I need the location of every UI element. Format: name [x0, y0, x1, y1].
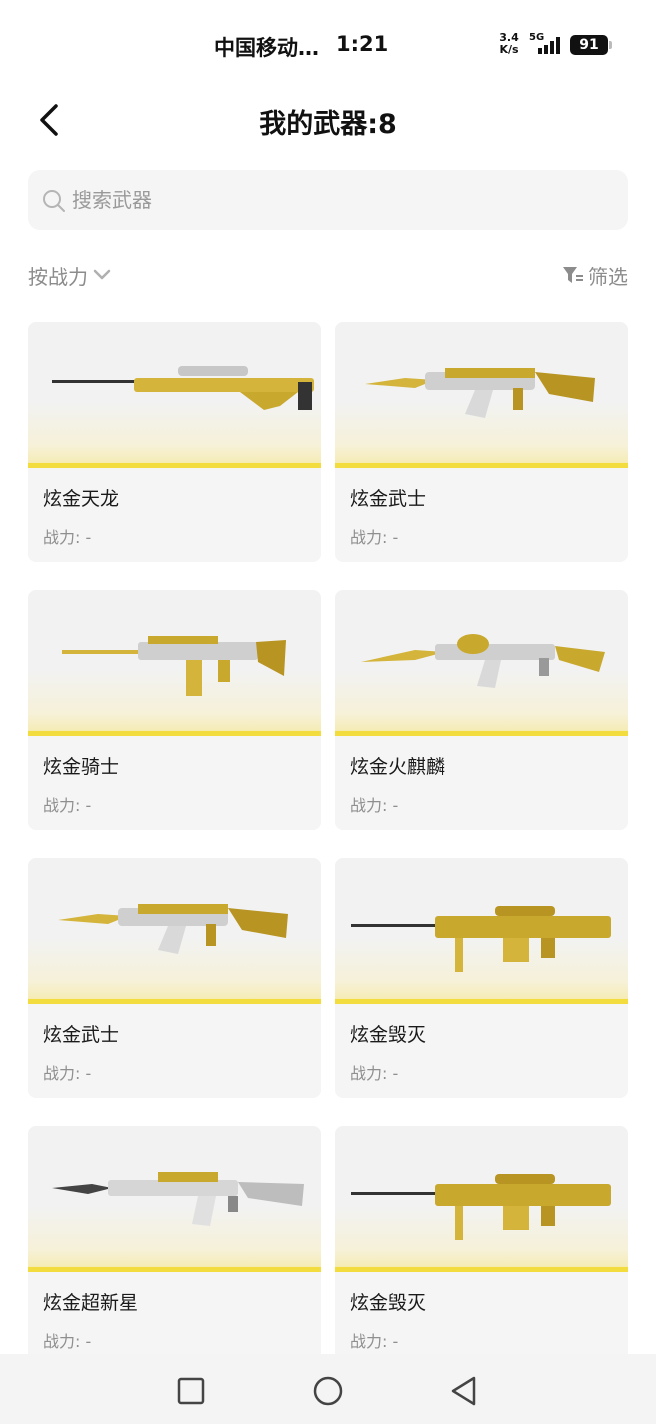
weapon-card[interactable]: 炫金毁灭 战力: - [335, 858, 628, 1098]
assault-rifle-icon [365, 368, 595, 418]
weapon-card[interactable]: 炫金毁灭 战力: - [335, 1126, 628, 1366]
filter-button[interactable]: 筛选 [562, 260, 628, 290]
back-icon[interactable] [447, 1374, 481, 1408]
weapon-card[interactable]: 炫金火麒麟 战力: - [335, 590, 628, 830]
home-icon[interactable] [311, 1374, 345, 1408]
weapon-card[interactable]: 炫金超新星 战力: - [28, 1126, 321, 1366]
sort-dropdown[interactable]: 按战力 [28, 260, 112, 290]
weapon-name: 炫金火麒麟 [350, 756, 446, 778]
assault-rifle-icon [361, 634, 605, 688]
assault-rifle-icon [58, 904, 288, 954]
weapon-name: 炫金武士 [43, 1024, 120, 1046]
weapon-card[interactable]: 炫金武士 战力: - [335, 322, 628, 562]
clock: 1:21 [336, 32, 389, 56]
search-bar[interactable] [28, 170, 628, 230]
weapon-card[interactable]: 炫金武士 战力: - [28, 858, 321, 1098]
assault-rifle-icon [62, 636, 286, 696]
network-speed: 3.4 K/s [496, 32, 522, 56]
sniper-rifle-icon [351, 906, 611, 972]
weapon-card[interactable]: 炫金天龙 战力: - [28, 322, 321, 562]
weapon-power: 战力: - [43, 528, 92, 547]
weapon-image [28, 858, 321, 1004]
recent-apps-icon[interactable] [174, 1374, 208, 1408]
search-icon [43, 190, 65, 212]
weapon-image [28, 322, 321, 468]
sniper-rifle-icon [351, 1174, 611, 1240]
carrier-label: 中国移动… [214, 36, 319, 60]
system-nav-bar [0, 1354, 656, 1424]
weapon-card[interactable]: 炫金骑士 战力: - [28, 590, 321, 830]
weapon-name: 炫金超新星 [43, 1292, 139, 1314]
weapon-name: 炫金骑士 [43, 756, 120, 778]
battery-level: 91 [579, 37, 599, 53]
search-input[interactable] [72, 180, 612, 220]
weapon-image [28, 590, 321, 736]
weapon-power: 战力: - [43, 1332, 92, 1351]
battery-tip [609, 41, 612, 49]
weapon-image [28, 1126, 321, 1272]
weapon-power: 战力: - [350, 528, 399, 547]
battery-icon: 91 [570, 35, 608, 55]
weapon-image [335, 858, 628, 1004]
weapon-power: 战力: - [43, 796, 92, 815]
weapon-image [335, 590, 628, 736]
weapon-name: 炫金毁灭 [350, 1024, 427, 1046]
sniper-rifle-icon [52, 366, 314, 410]
weapon-name: 炫金武士 [350, 488, 427, 510]
assault-rifle-icon [52, 1172, 304, 1226]
signal-icon [538, 37, 560, 54]
weapon-power: 战力: - [43, 1064, 92, 1083]
sort-label: 按战力 [28, 264, 88, 289]
status-bar: 中国移动… 1:21 3.4 K/s 5G 91 [0, 0, 656, 88]
weapon-power: 战力: - [350, 796, 399, 815]
weapon-power: 战力: - [350, 1064, 399, 1083]
filter-icon [563, 267, 583, 283]
weapon-image [335, 322, 628, 468]
chevron-down-icon [93, 269, 111, 280]
network-speed-unit: K/s [499, 43, 519, 56]
weapon-power: 战力: - [350, 1332, 399, 1351]
filter-label: 筛选 [588, 264, 628, 289]
weapon-name: 炫金天龙 [43, 488, 120, 510]
page-title: 我的武器:8 [259, 109, 397, 140]
weapon-image [335, 1126, 628, 1272]
weapon-name: 炫金毁灭 [350, 1292, 427, 1314]
weapon-grid: 炫金天龙 战力: - 炫金武士 战力: - 炫金骑士 战力: - 炫金火麒麟 战… [28, 322, 628, 1366]
